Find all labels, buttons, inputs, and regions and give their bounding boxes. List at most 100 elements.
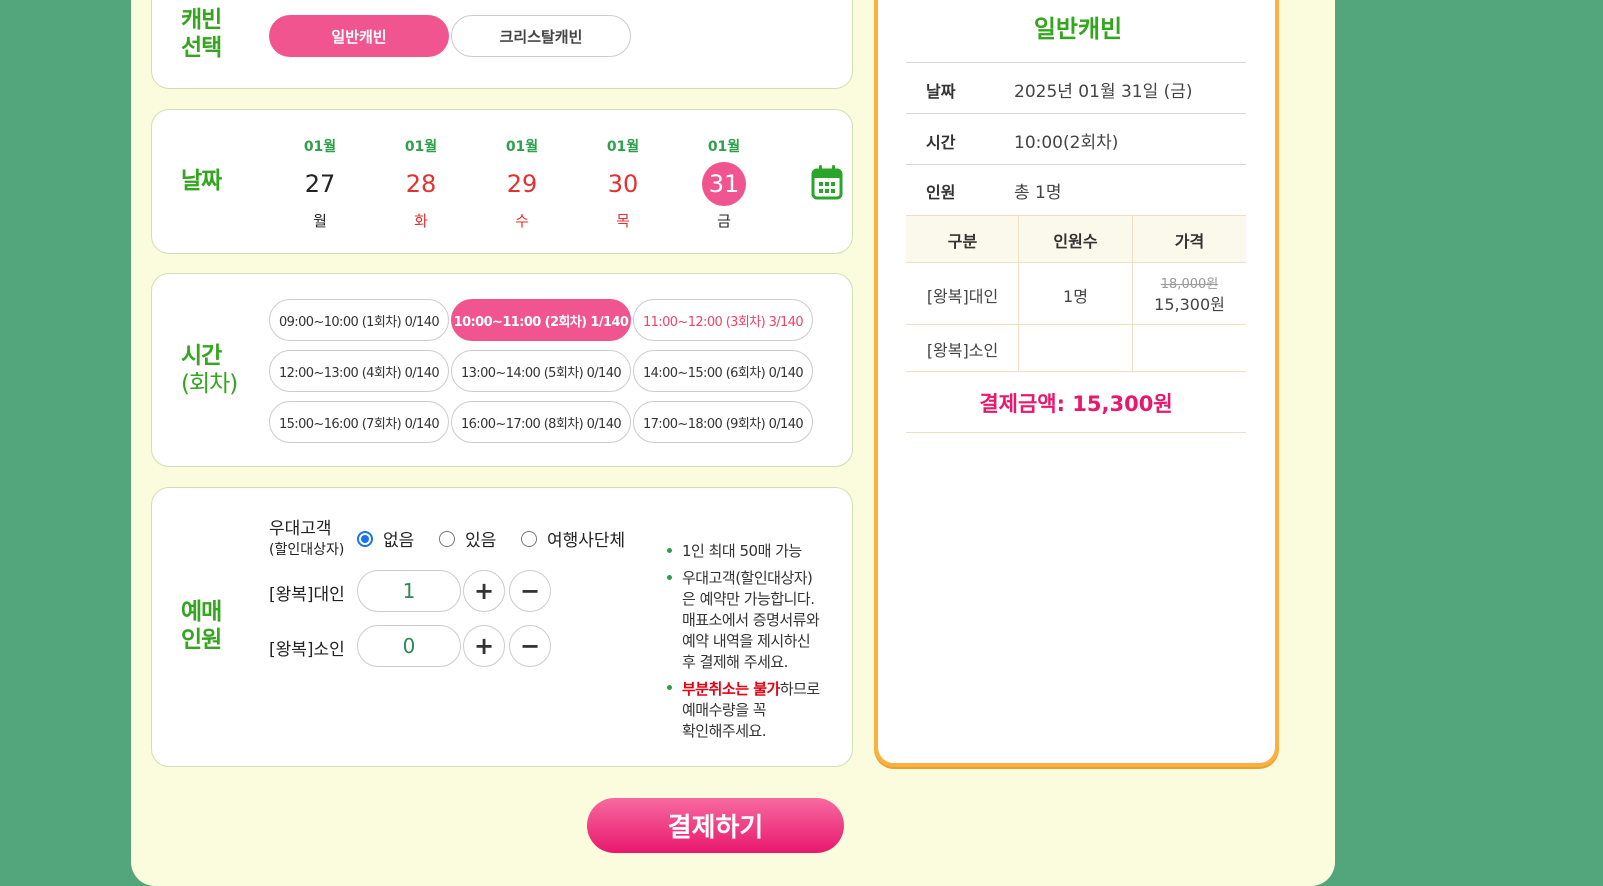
date-weekday: 화 [414,212,428,230]
summary-time-value: 10:00(2회차) [1014,133,1119,153]
note-max-tickets: 1인 최대 50매 가능 [682,542,802,560]
radio-travel-agency-label: 여행사단체 [547,531,626,551]
time-title-line1: 시간 [181,343,222,369]
discount-label: 우대고객 [269,519,332,539]
divider [906,164,1246,165]
child-qty-input[interactable]: 0 [357,625,461,667]
header-count: 인원수 [1053,232,1098,251]
time-slot-4[interactable]: 12:00~13:00 (4회차) 0/140 [269,350,449,392]
row-adult-price: 15,300원 [1154,295,1225,314]
radio-yes[interactable]: 있음 [439,526,496,551]
date-number: 27 [304,170,336,198]
adult-plus-button[interactable]: + [463,570,505,612]
summary-people-value: 총 1명 [1014,183,1062,203]
child-plus-button[interactable]: + [463,625,505,667]
note-line: 은 예약만 가능합니다. [682,590,815,608]
cabin-option-crystal[interactable]: 크리스탈캐빈 [451,15,631,57]
adult-label: [왕복]대인 [269,585,345,605]
time-slot-6[interactable]: 14:00~15:00 (6회차) 0/140 [633,350,813,392]
note-line: 부분취소는 불가하므로 [682,679,820,700]
cabin-title: 캐빈 선택 [181,6,222,62]
note-line: 우대고객(할인대상자) [682,569,813,587]
divider [906,432,1246,433]
date-month: 01월 [505,139,539,155]
cabin-option-regular[interactable]: 일반캐빈 [269,15,449,57]
total-amount: 결제금액: 15,300원 [979,392,1173,416]
note-warning: 부분취소는 불가 [682,680,780,698]
date-number: 31 [702,162,746,206]
time-slot-7[interactable]: 15:00~16:00 (7회차) 0/140 [269,401,449,443]
row-adult-original-price: 18,000원 [1160,277,1219,292]
divider [906,113,1246,114]
radio-none-label: 없음 [383,531,415,551]
time-card: 시간 (회차) 09:00~10:00 (1회차) 0/140 10:00~11… [151,273,853,467]
cabin-title-line2: 선택 [181,35,222,61]
row-adult-type: [왕복]대인 [926,287,999,306]
divider [906,324,1246,325]
note-line: 후 결제해 주세요. [682,653,788,671]
date-month: 01월 [606,139,640,155]
radio-travel-agency[interactable]: 여행사단체 [521,526,625,551]
cabin-title-line1: 캐빈 [181,7,222,33]
radio-dot-selected[interactable] [357,530,373,547]
discount-sublabel: (할인대상자) [269,542,345,558]
people-title-line2: 인원 [181,627,222,653]
row-adult-count: 1명 [1063,287,1088,306]
time-slot-5[interactable]: 13:00~14:00 (5회차) 0/140 [451,350,631,392]
date-weekday: 목 [616,212,630,230]
date-weekday: 수 [515,212,529,230]
divider [906,262,1246,263]
divider [906,62,1246,63]
pay-button[interactable]: 결제하기 [587,798,844,853]
divider [906,371,1246,372]
date-weekday: 월 [313,212,327,230]
summary-title: 일반캐빈 [1033,15,1123,43]
radio-none[interactable]: 없음 [357,526,414,551]
summary-panel [874,0,1279,767]
note-bullet [667,548,672,553]
date-title: 날짜 [181,168,222,194]
note-bullet [667,685,672,690]
note-bullet [667,575,672,580]
date-number: 29 [506,170,538,198]
note-line: 확인해주세요. [682,722,767,740]
date-number: 30 [607,170,639,198]
time-title-line2: (회차) [181,371,238,397]
adult-minus-button[interactable]: − [509,570,551,612]
divider [906,215,1246,216]
row-child-type: [왕복]소인 [926,341,999,360]
adult-qty-input[interactable]: 1 [357,570,461,612]
time-title: 시간 (회차) [181,342,238,398]
radio-dot[interactable] [439,530,455,547]
calendar-icon[interactable] [811,164,843,200]
note-line-rest: 하므로 [779,680,820,698]
note-discount: 우대고객(할인대상자) 은 예약만 가능합니다. 매표소에서 증명서류와 예약 … [682,568,820,673]
date-weekday: 금 [717,212,731,230]
summary-time-label: 시간 [926,133,956,152]
date-month: 01월 [404,139,438,155]
note-line: 매표소에서 증명서류와 [682,611,820,629]
time-slot-2[interactable]: 10:00~11:00 (2회차) 1/140 [451,299,631,341]
people-title: 예매 인원 [181,598,222,654]
note-line: 예약 내역을 제시하신 [682,632,811,650]
note-no-partial-cancel: 부분취소는 불가하므로 예매수량을 꼭 확인해주세요. [682,679,820,742]
radio-dot[interactable] [521,530,537,547]
people-title-line1: 예매 [181,599,222,625]
radio-yes-label: 있음 [465,531,497,551]
header-price: 가격 [1174,232,1205,251]
child-label: [왕복]소인 [269,640,345,660]
time-slot-1[interactable]: 09:00~10:00 (1회차) 0/140 [269,299,449,341]
time-slot-9[interactable]: 17:00~18:00 (9회차) 0/140 [633,401,813,443]
date-number: 28 [405,170,437,198]
header-type: 구분 [947,232,978,251]
note-line: 예매수량을 꼭 [682,701,767,719]
date-card: 날짜 01월 27 월 01월 28 화 01월 29 수 01월 30 목 0… [151,109,853,254]
time-slot-3[interactable]: 11:00~12:00 (3회차) 3/140 [633,299,813,341]
summary-people-label: 인원 [926,183,956,202]
date-month: 01월 [707,139,741,155]
time-slot-8[interactable]: 16:00~17:00 (8회차) 0/140 [451,401,631,443]
child-minus-button[interactable]: − [509,625,551,667]
summary-date-value: 2025년 01월 31일 (금) [1014,82,1193,102]
summary-date-label: 날짜 [926,82,956,101]
date-month: 01월 [303,139,337,155]
